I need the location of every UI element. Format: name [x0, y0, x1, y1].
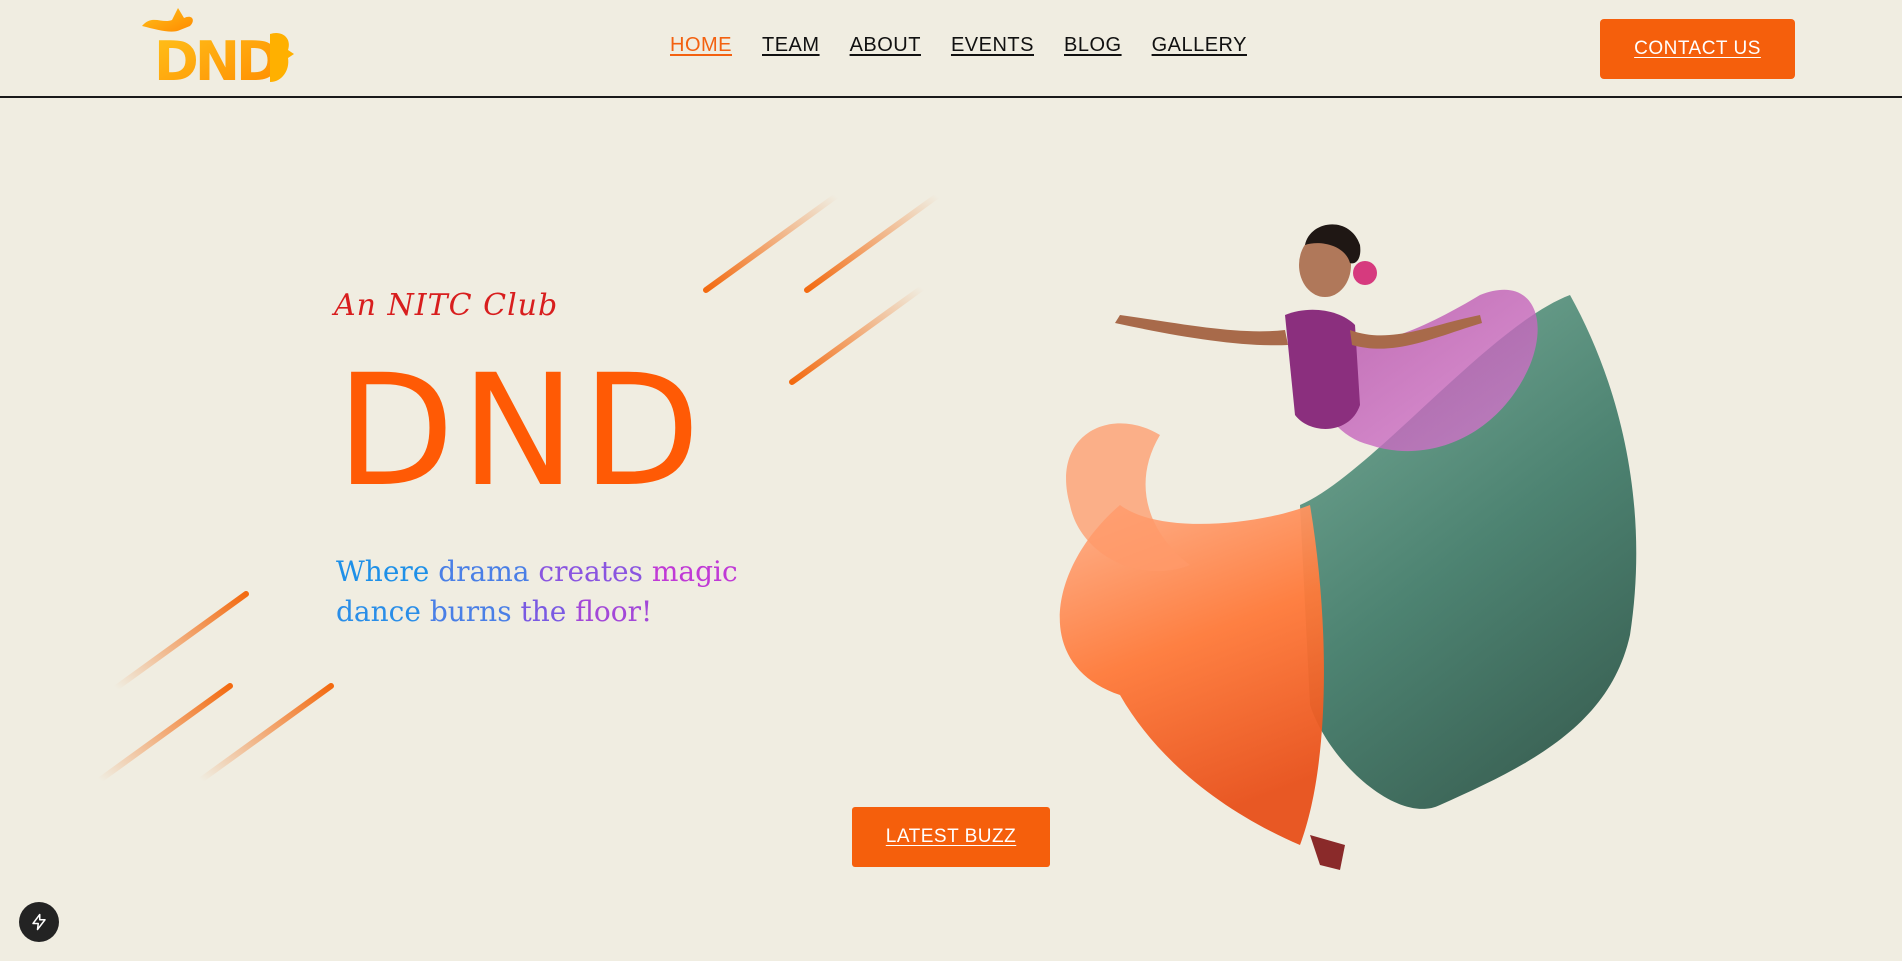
site-header: DND HOME TEAM ABOUT EVENTS BLOG GALLERY …	[0, 0, 1902, 98]
motto-word: floor!	[575, 595, 653, 628]
dnd-logo[interactable]: DND	[132, 4, 304, 90]
motto-word: drama	[438, 555, 539, 588]
motto-word: the	[520, 595, 576, 628]
nav-team[interactable]: TEAM	[762, 34, 820, 57]
motto-word: creates	[538, 555, 652, 588]
lightning-bolt-icon	[32, 913, 46, 931]
motto-word: burns	[429, 595, 521, 628]
hero-title: DND	[336, 342, 707, 521]
svg-text:DND: DND	[154, 30, 278, 90]
nav-blog[interactable]: BLOG	[1064, 34, 1122, 57]
nav-events[interactable]: EVENTS	[951, 34, 1034, 57]
hero-tagline: An NITC Club	[334, 288, 559, 323]
main-nav: HOME TEAM ABOUT EVENTS BLOG GALLERY	[670, 34, 1277, 57]
contact-us-button[interactable]: CONTACT US	[1600, 19, 1795, 79]
floating-action-button[interactable]	[19, 902, 59, 942]
motto-word: Where	[336, 555, 439, 588]
motto-word: dance	[336, 595, 430, 628]
nav-about[interactable]: ABOUT	[850, 34, 921, 57]
dancer-illustration	[1059, 224, 1637, 870]
motto-word: magic	[651, 555, 738, 588]
hero-motto: Where drama creates magic dance burns th…	[336, 552, 756, 632]
nav-home[interactable]: HOME	[670, 34, 732, 57]
nav-gallery[interactable]: GALLERY	[1152, 34, 1247, 57]
